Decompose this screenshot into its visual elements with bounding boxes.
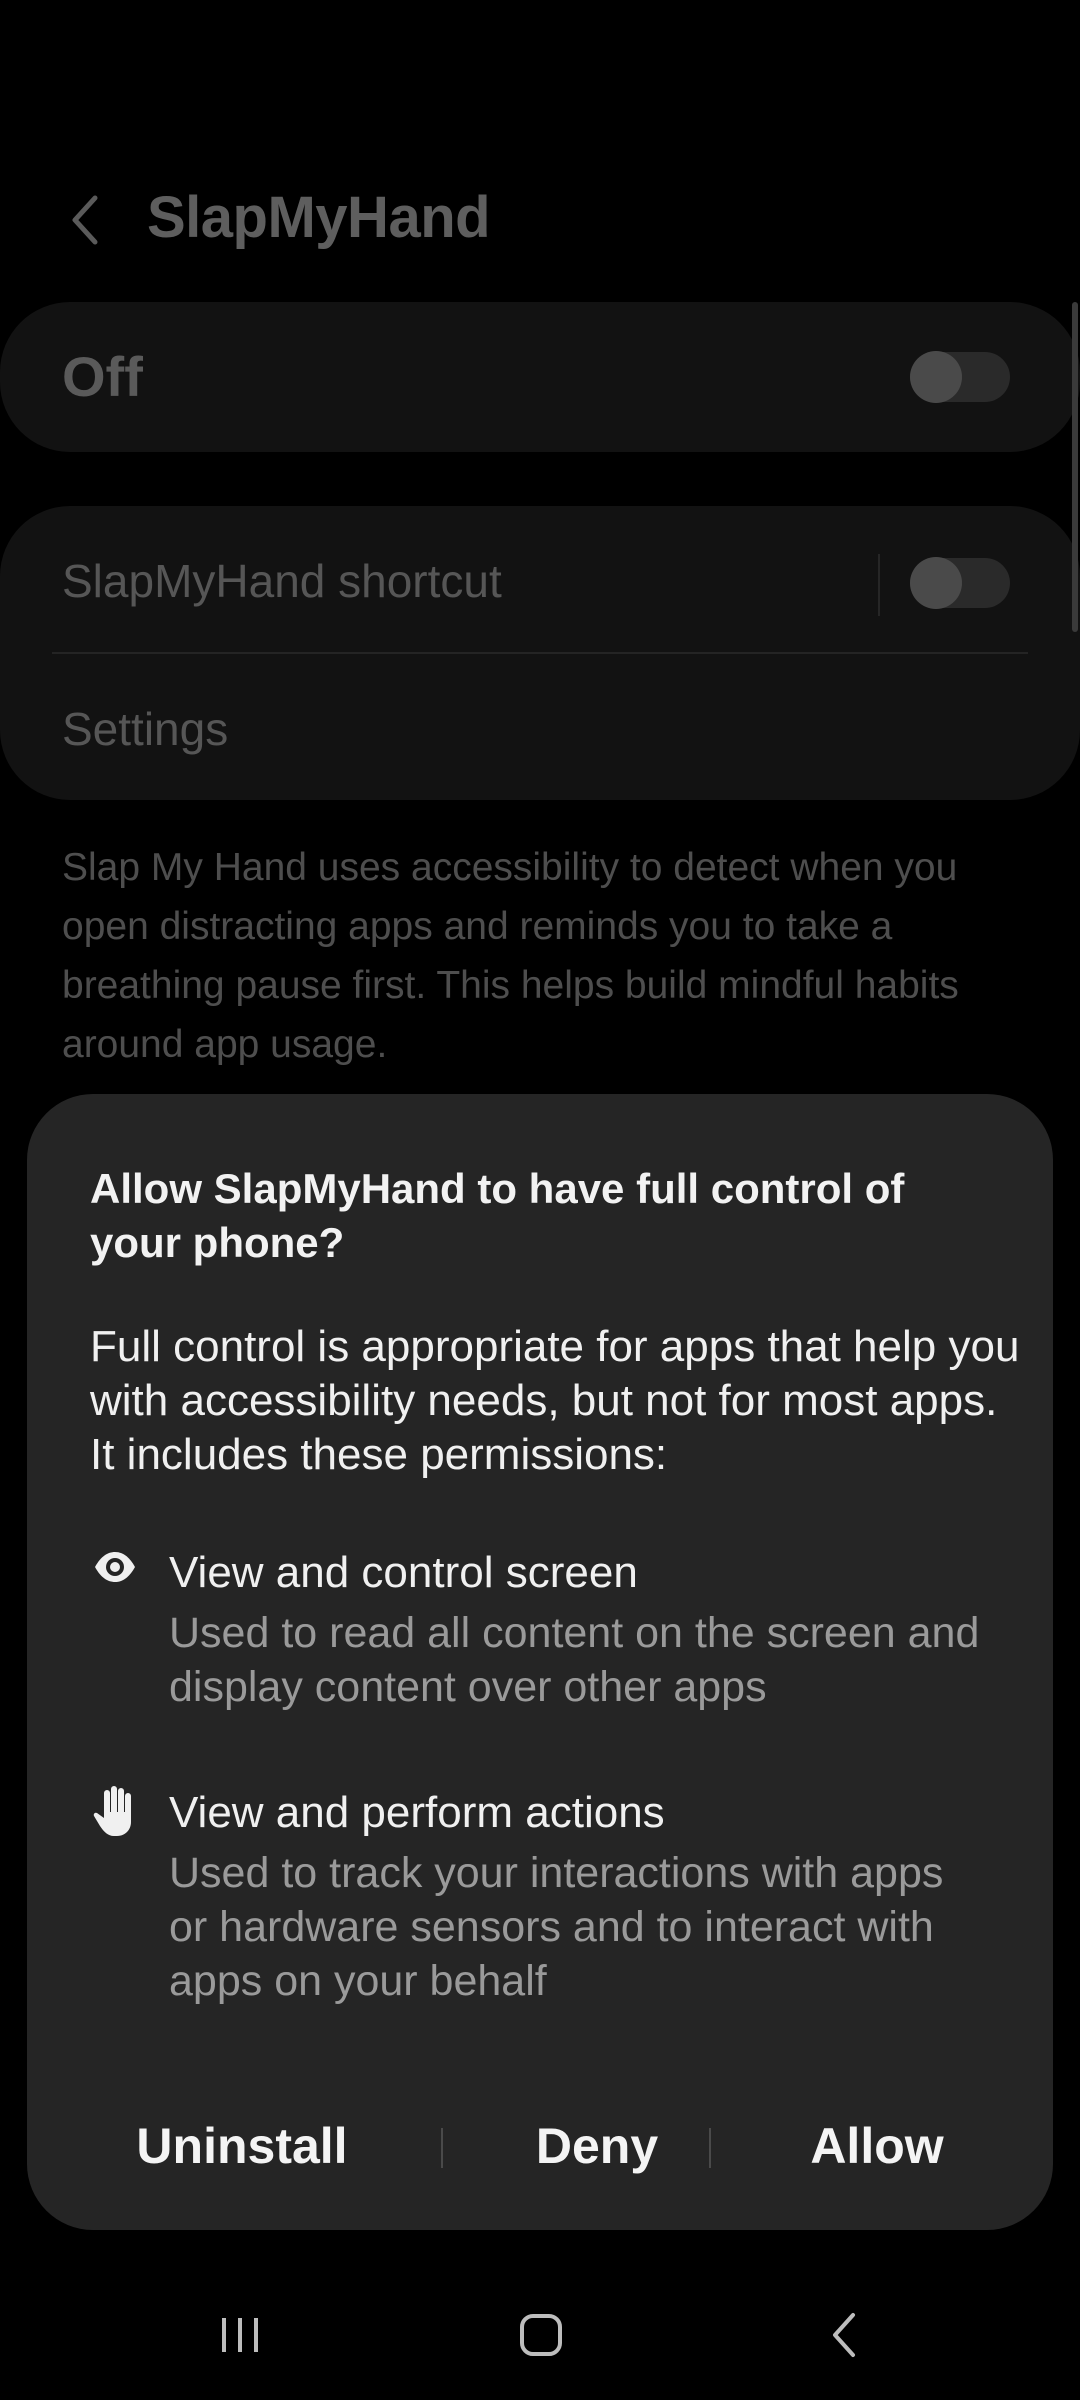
dialog-actions: Uninstall Deny Allow	[27, 2096, 1053, 2206]
eye-icon	[90, 1544, 140, 1604]
shortcut-row-label[interactable]: SlapMyHand shortcut	[62, 554, 502, 608]
switch-knob	[910, 557, 962, 609]
master-toggle-label: Off	[62, 345, 143, 408]
row-divider	[878, 554, 880, 616]
switch-knob	[910, 351, 962, 403]
scrollbar	[1072, 302, 1078, 632]
service-description: Slap My Hand uses accessibility to detec…	[62, 846, 959, 1066]
shortcut-toggle-switch[interactable]	[910, 557, 1010, 609]
permission-title: View and control screen	[169, 1548, 638, 1597]
list-divider	[52, 652, 1028, 654]
uninstall-button[interactable]: Uninstall	[127, 2096, 357, 2196]
nav-back-button[interactable]	[765, 2270, 925, 2400]
permission-description: Used to read all content on the screen a…	[169, 1609, 980, 1711]
dialog-title: Allow SlapMyHand to have full control of…	[90, 1165, 905, 1266]
master-toggle-switch[interactable]	[910, 351, 1010, 403]
permission-dialog: Allow SlapMyHand to have full control of…	[27, 1094, 1053, 2230]
back-button[interactable]	[50, 180, 120, 260]
options-card: SlapMyHand shortcut Settings	[0, 506, 1080, 800]
back-icon	[833, 2313, 855, 2357]
recent-apps-icon	[222, 2318, 258, 2352]
button-divider	[441, 2128, 443, 2168]
button-divider	[709, 2128, 711, 2168]
recent-apps-button[interactable]	[160, 2270, 320, 2400]
page-title: SlapMyHand	[147, 185, 491, 250]
dialog-body: Full control is appropriate for apps tha…	[90, 1322, 1020, 1479]
settings-row[interactable]: Settings	[62, 702, 228, 756]
permission-description: Used to track your interactions with app…	[169, 1849, 944, 2005]
deny-button[interactable]: Deny	[482, 2096, 712, 2196]
hand-icon	[90, 1784, 140, 1844]
home-button[interactable]	[461, 2270, 621, 2400]
allow-button[interactable]: Allow	[757, 2096, 997, 2196]
home-icon	[520, 2314, 562, 2356]
navigation-bar	[0, 2270, 1080, 2400]
permission-title: View and perform actions	[169, 1788, 665, 1837]
master-toggle-card[interactable]: Off	[0, 302, 1080, 452]
chevron-left-icon	[72, 195, 98, 245]
screen: SlapMyHand Off SlapMyHand shortcut Setti…	[0, 0, 1080, 2400]
app-bar: SlapMyHand	[0, 150, 1080, 290]
